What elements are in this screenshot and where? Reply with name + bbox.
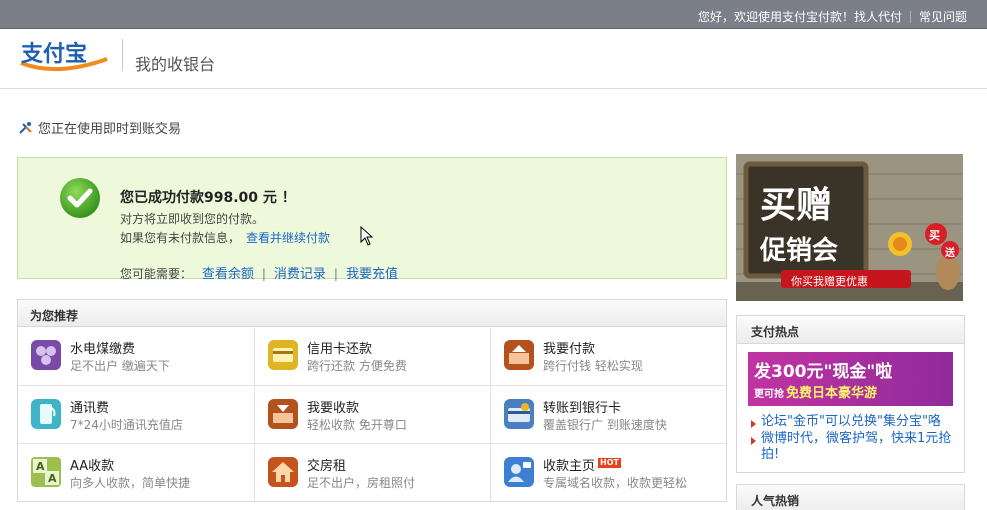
mouse-cursor-icon: [360, 225, 374, 246]
hot-links-list: 论坛"金币"可以兑换"集分宝"咯 微博时代，微客护驾，快来1元抢拍!: [751, 414, 963, 464]
service-desc: 7*24小时通讯充值店: [70, 418, 183, 432]
promo-bubble-buy: 买: [929, 229, 940, 242]
service-item-receive[interactable]: 我要收款 轻松收款 免开尊口: [255, 386, 491, 444]
top-bar: 您好，欢迎使用支付宝付款！找人代付 常见问题: [0, 0, 987, 29]
faq-link[interactable]: 常见问题: [919, 10, 967, 24]
proxy-pay-link[interactable]: 找人代付: [854, 10, 902, 24]
payment-success-panel: 您已成功付款998.00 元 ！ 对方将立即收到您的付款。 如果您有未付款信息，…: [17, 157, 727, 282]
divider: [909, 11, 911, 23]
suggested-label: 您可能需要：: [120, 267, 193, 281]
service-title: 水电煤缴费: [70, 342, 136, 357]
service-desc: 跨行付钱 轻松实现: [543, 359, 643, 373]
check-icon: [59, 177, 101, 219]
service-item-credit-card[interactable]: 信用卡还款 跨行还款 方便免费: [255, 327, 491, 385]
header: 支付宝 我的收银台: [0, 29, 987, 89]
service-item-homepage[interactable]: 收款主页 HOT 专属域名收款，收款更轻松: [491, 444, 727, 502]
service-title: AA收款: [70, 459, 115, 474]
hot-topics-title: 支付热点: [737, 316, 964, 344]
hot-link-item[interactable]: 论坛"金币"可以兑换"集分宝"咯: [751, 414, 963, 430]
top-up-link[interactable]: 我要充值: [346, 267, 398, 282]
service-title: 收款主页 HOT: [543, 455, 621, 474]
service-item-mobile[interactable]: 通讯费 7*24小时通讯充值店: [18, 386, 254, 444]
banner-headline: 发300元"现金"啦: [754, 362, 893, 382]
service-title: 信用卡还款: [307, 342, 373, 357]
service-desc: 轻松收款 免开尊口: [307, 418, 407, 432]
greeting-text: 您好，欢迎使用支付宝付款！: [697, 10, 854, 24]
cash-promo-banner[interactable]: 发300元"现金"啦 更可抢 免费日本豪华游: [748, 352, 953, 406]
banner-small-text: 更可抢: [754, 389, 784, 400]
recommendations-panel: 为您推荐 水电煤缴费 足不出户 缴遍天下 信用卡还款 跨行还款 方便免费 我要付…: [17, 299, 727, 502]
banner-subline: 更可抢 免费日本豪华游: [754, 382, 877, 401]
promo-line2: 促销会: [760, 236, 839, 266]
promo-bubble-gift: 送: [945, 248, 955, 259]
promo-banner[interactable]: 买赠 促销会 你买我赠更优惠 买 送: [736, 154, 963, 301]
promo-line1: 买赠: [760, 184, 833, 226]
service-title: 我要付款: [543, 342, 596, 357]
service-item-aa[interactable]: AA AA收款 向多人收款，简单快捷: [18, 444, 254, 502]
service-item-utilities[interactable]: 水电煤缴费 足不出户 缴遍天下: [18, 327, 254, 385]
credit-card-icon: [267, 339, 299, 371]
service-desc: 跨行还款 方便免费: [307, 359, 407, 373]
svg-text:A: A: [48, 472, 57, 485]
service-title: 我要收款: [307, 401, 360, 416]
service-item-rent[interactable]: 交房租 足不出户，房租照付: [255, 444, 491, 502]
bank-transfer-icon: [503, 398, 535, 430]
top-links: 您好，欢迎使用支付宝付款！找人代付 常见问题: [698, 8, 967, 25]
mobile-topup-icon: [30, 398, 62, 430]
homepage-icon: [503, 456, 535, 488]
service-desc: 足不出户，房租照付: [307, 476, 416, 490]
banner-offer-text: 免费日本豪华游: [786, 386, 878, 401]
svg-text:A: A: [36, 460, 45, 473]
page-title: 我的收银台: [135, 55, 216, 74]
hot-badge: HOT: [598, 458, 621, 468]
recommendations-title: 为您推荐: [18, 300, 726, 327]
notice-text: 您正在使用即时到账交易: [38, 122, 182, 137]
hot-link-item[interactable]: 微博时代，微客护驾，快来1元抢拍!: [751, 431, 963, 463]
receive-icon: [267, 398, 299, 430]
popular-title: 人气热销: [736, 484, 965, 510]
alipay-logo[interactable]: 支付宝: [17, 37, 113, 75]
transaction-history-link[interactable]: 消费记录: [274, 267, 326, 282]
utilities-icon: [30, 339, 62, 371]
promo-ribbon: 你买我赠更优惠: [791, 275, 868, 288]
service-title: 转账到银行卡: [543, 401, 622, 416]
service-desc: 向多人收款，简单快捷: [70, 476, 191, 490]
service-title-text: 收款主页: [543, 459, 596, 474]
suggested-links: 您可能需要： 查看余额 | 消费记录 | 我要充值: [120, 263, 398, 282]
success-message: 对方将立即收到您的付款。: [120, 212, 265, 226]
divider: |: [333, 267, 338, 281]
service-desc: 覆盖银行广 到账速度快: [543, 418, 667, 432]
success-title: 您已成功付款998.00 元 ！: [120, 190, 296, 206]
header-divider: [122, 39, 123, 71]
view-balance-link[interactable]: 查看余额: [202, 267, 254, 282]
aa-icon: AA: [30, 456, 62, 488]
divider: |: [261, 267, 266, 281]
unpaid-info-text: 如果您有未付款信息，: [120, 231, 241, 245]
service-title: 交房租: [307, 459, 347, 474]
service-title: 通讯费: [70, 401, 110, 416]
house-icon: [267, 456, 299, 488]
transaction-notice: 您正在使用即时到账交易: [18, 118, 181, 137]
service-item-pay[interactable]: 我要付款 跨行付钱 轻松实现: [491, 327, 727, 385]
service-desc: 专属域名收款，收款更轻松: [543, 476, 688, 490]
hot-topics-panel: 支付热点 发300元"现金"啦 更可抢 免费日本豪华游 论坛"金币"可以兑换"集分…: [736, 315, 965, 473]
pay-icon: [503, 339, 535, 371]
service-desc: 足不出户 缴遍天下: [70, 359, 170, 373]
service-item-bank-transfer[interactable]: 转账到银行卡 覆盖银行广 到账速度快: [491, 386, 727, 444]
instant-transfer-icon: [18, 120, 34, 136]
unpaid-info: 如果您有未付款信息， 查看并继续付款: [120, 229, 330, 246]
svg-text:支付宝: 支付宝: [21, 41, 87, 67]
continue-payment-link[interactable]: 查看并继续付款: [246, 231, 330, 245]
